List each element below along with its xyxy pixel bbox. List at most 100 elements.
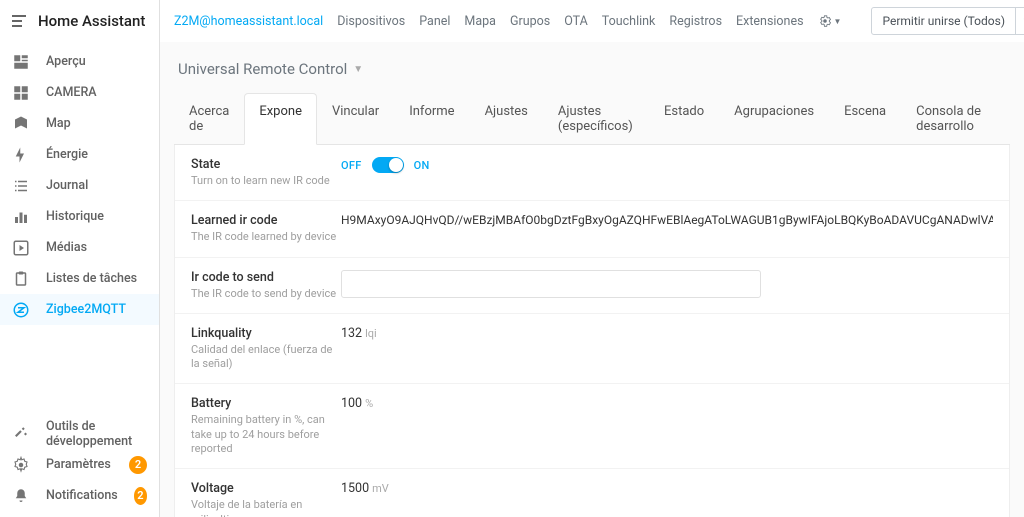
sidebar-item-zigbee2mqtt[interactable]: Zigbee2MQTT (0, 294, 159, 325)
dashboard-icon (12, 53, 30, 71)
play-icon (12, 239, 30, 257)
nav-mapa[interactable]: Mapa (464, 14, 496, 29)
exposes-card: State Turn on to learn new IR code OFF ON… (174, 145, 1010, 517)
menu-icon[interactable] (12, 15, 28, 27)
nav-ota[interactable]: OTA (564, 14, 588, 29)
nav-grupos[interactable]: Grupos (510, 14, 550, 29)
sidebar-item-label: Aperçu (46, 54, 86, 69)
tab-state[interactable]: Estado (649, 93, 719, 145)
sidebar-item-label: Médias (46, 240, 87, 255)
sidebar-item-label: Map (46, 116, 71, 131)
sidebar-item-journal[interactable]: Journal (0, 170, 159, 201)
tab-devconsole[interactable]: Consola de desarrollo (901, 93, 1010, 145)
sidebar-item-camera[interactable]: CAMERA (0, 77, 159, 108)
tab-exposes[interactable]: Expone (244, 93, 317, 145)
device-tabs: Acerca de Expone Vincular Informe Ajuste… (174, 92, 1010, 145)
sidebar-header: Home Assistant (0, 0, 159, 42)
toggle-on-label[interactable]: ON (414, 159, 430, 172)
permit-join-button[interactable]: Permitir unirse (Todos) (871, 7, 1016, 35)
sidebar-item-energy[interactable]: Énergie (0, 139, 159, 170)
row-desc: The IR code learned by device (191, 230, 341, 244)
sidebar-item-label: Notifications (46, 488, 118, 503)
linkquality-value: 132 (341, 326, 362, 341)
row-title: State (191, 157, 341, 172)
row-state: State Turn on to learn new IR code OFF ON (175, 145, 1009, 201)
chevron-down-icon: ▼ (353, 64, 363, 75)
sidebar-item-todo[interactable]: Listes de tâches (0, 263, 159, 294)
row-battery: Battery Remaining battery in %, can take … (175, 384, 1009, 469)
permit-join: Permitir unirse (Todos) ▼ (871, 7, 1024, 35)
row-linkquality: Linkquality Calidad del enlace (fuerza de… (175, 314, 1009, 385)
nav-dispositivos[interactable]: Dispositivos (337, 14, 405, 29)
state-toggle[interactable] (372, 157, 404, 173)
notifications-badge: 2 (134, 487, 147, 505)
permit-join-dropdown[interactable]: ▼ (1016, 7, 1024, 35)
sidebar-item-label: Journal (46, 178, 88, 193)
toggle-off-label[interactable]: OFF (341, 159, 362, 172)
ir-send-input[interactable] (341, 270, 761, 298)
app-title: Home Assistant (38, 12, 145, 30)
camera-icon (12, 84, 30, 102)
nav-extensiones[interactable]: Extensiones (736, 14, 804, 29)
row-desc: Remaining battery in %, can take up to 2… (191, 413, 341, 456)
host-link[interactable]: Z2M@homeassistant.local (174, 14, 323, 29)
sidebar-item-label: Paramètres (46, 457, 111, 472)
sidebar-item-label: Zigbee2MQTT (46, 302, 126, 317)
chart-icon (12, 208, 30, 226)
content: Universal Remote Control ▼ Acerca de Exp… (160, 42, 1024, 517)
row-learned-ir: Learned ir code The IR code learned by de… (175, 201, 1009, 257)
nav-touchlink[interactable]: Touchlink (602, 14, 656, 29)
sidebar-item-history[interactable]: Historique (0, 201, 159, 232)
row-title: Ir code to send (191, 270, 341, 285)
battery-unit: % (365, 397, 373, 410)
tab-reporting[interactable]: Informe (394, 93, 469, 145)
sidebar: Home Assistant Aperçu CAMERA Map Énergie… (0, 0, 160, 517)
row-title: Linkquality (191, 326, 341, 341)
hammer-icon (12, 425, 30, 443)
row-voltage: Voltage Voltaje de la batería en milivolt… (175, 469, 1009, 517)
tab-settings-specific[interactable]: Ajustes (específicos) (543, 93, 649, 145)
row-desc: Calidad del enlace (fuerza de la señal) (191, 343, 341, 372)
zigbee-icon (12, 301, 30, 319)
tab-clusters[interactable]: Agrupaciones (719, 93, 829, 145)
sidebar-item-label: Listes de tâches (46, 271, 137, 286)
settings-dropdown[interactable]: ▼ (818, 14, 842, 28)
sidebar-item-label: Outils de développement (46, 419, 147, 449)
tab-scene[interactable]: Escena (829, 93, 901, 145)
settings-badge: 2 (129, 456, 147, 474)
nav-panel[interactable]: Panel (419, 14, 450, 29)
row-desc: Voltaje de la batería en milivoltios (191, 498, 341, 517)
sidebar-item-settings[interactable]: Paramètres 2 (0, 449, 159, 480)
tab-settings[interactable]: Ajustes (470, 93, 543, 145)
row-desc: Turn on to learn new IR code (191, 174, 341, 188)
tab-bind[interactable]: Vincular (317, 93, 394, 145)
sidebar-nav: Aperçu CAMERA Map Énergie Journal Histor… (0, 42, 159, 418)
sidebar-item-label: CAMERA (46, 85, 97, 100)
row-title: Learned ir code (191, 213, 341, 228)
sidebar-item-map[interactable]: Map (0, 108, 159, 139)
learned-ir-value: H9MAxyO9AJQHvQD//wEBzjMBAfO0bgDztFgBxyOg… (341, 213, 993, 227)
bell-icon (12, 487, 30, 505)
linkquality-unit: lqi (365, 327, 377, 340)
gear-icon (12, 456, 30, 474)
sidebar-item-overview[interactable]: Aperçu (0, 46, 159, 77)
row-title: Voltage (191, 481, 341, 496)
voltage-value: 1500 (341, 481, 369, 496)
clipboard-icon (12, 270, 30, 288)
sidebar-item-label: Historique (46, 209, 104, 224)
sidebar-item-media[interactable]: Médias (0, 232, 159, 263)
nav-registros[interactable]: Registros (669, 14, 722, 29)
list-icon (12, 177, 30, 195)
map-icon (12, 115, 30, 133)
device-selector[interactable]: Universal Remote Control ▼ (174, 52, 1010, 92)
sidebar-item-notifications[interactable]: Notifications 2 (0, 480, 159, 511)
sidebar-item-label: Énergie (46, 147, 88, 162)
row-title: Battery (191, 396, 341, 411)
energy-icon (12, 146, 30, 164)
row-desc: The IR code to send by device (191, 287, 341, 301)
device-name: Universal Remote Control (178, 60, 347, 78)
tab-about[interactable]: Acerca de (174, 93, 244, 145)
chevron-down-icon: ▼ (834, 17, 842, 26)
main: Z2M@homeassistant.local Dispositivos Pan… (160, 0, 1024, 517)
sidebar-item-devtools[interactable]: Outils de développement (0, 418, 159, 449)
